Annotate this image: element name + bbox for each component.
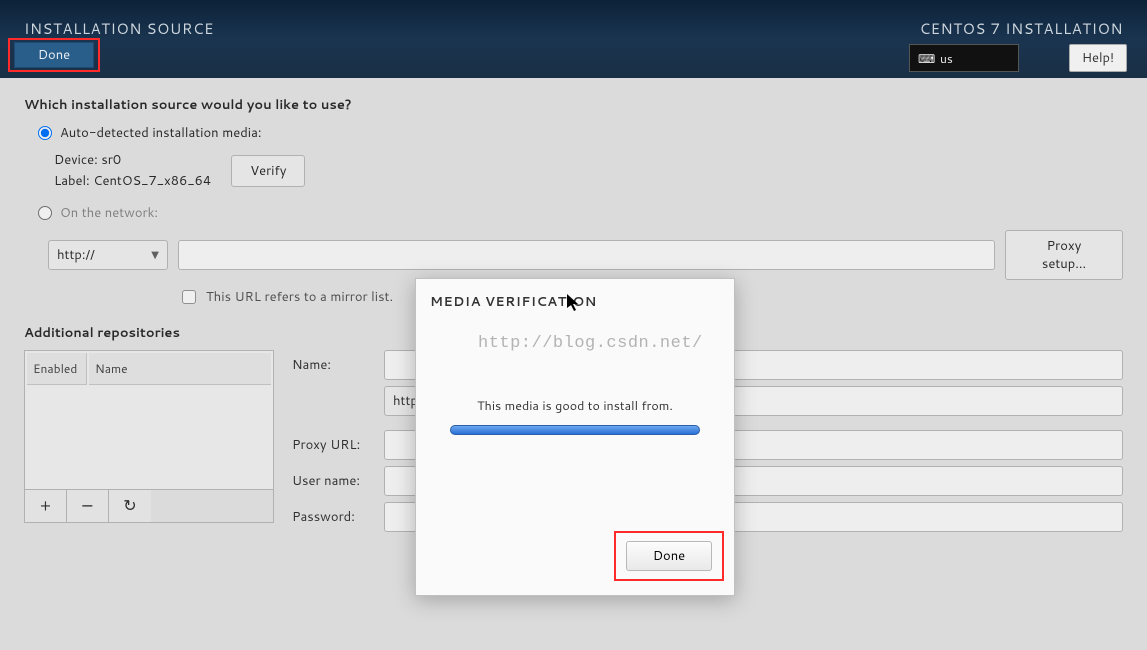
protocol-selected-value: http://	[57, 246, 95, 264]
label-value: CentOS_7_x86_64	[93, 172, 211, 190]
network-label: On the network:	[60, 204, 158, 222]
mirror-list-label: This URL refers to a mirror list.	[206, 288, 393, 306]
verify-button[interactable]: Verify	[231, 155, 305, 187]
media-verification-dialog: MEDIA VERIFICATION This media is good to…	[415, 278, 735, 596]
page-title: INSTALLATION SOURCE	[24, 18, 214, 39]
remove-repo-button[interactable]: −	[67, 490, 109, 522]
source-question: Which installation source would you like…	[24, 96, 1123, 114]
chevron-down-icon: ▼	[151, 248, 159, 262]
url-input[interactable]	[178, 240, 995, 270]
modal-done-button[interactable]: Done	[626, 541, 712, 571]
top-bar: INSTALLATION SOURCE CENTOS 7 INSTALLATIO…	[0, 0, 1147, 78]
username-label: User name:	[292, 472, 374, 490]
device-value: sr0	[101, 151, 121, 169]
mirror-list-checkbox[interactable]	[182, 290, 196, 304]
keyboard-layout-label: us	[940, 50, 953, 67]
network-radio[interactable]	[38, 206, 52, 220]
media-details-text: Device: sr0 Label: CentOS_7_x86_64	[54, 150, 211, 192]
add-repo-button[interactable]: +	[25, 490, 67, 522]
repo-table[interactable]: Enabled Name	[24, 350, 274, 490]
protocol-select[interactable]: http:// ▼	[48, 240, 168, 270]
label-label: Label:	[54, 172, 90, 190]
proxy-setup-button[interactable]: Proxy setup...	[1005, 230, 1123, 280]
progress-bar	[450, 425, 700, 435]
repo-name-label: Name:	[292, 356, 374, 374]
auto-media-label: Auto-detected installation media:	[60, 124, 261, 142]
done-button[interactable]: Done	[14, 42, 94, 68]
modal-title: MEDIA VERIFICATION	[430, 293, 720, 311]
keyboard-icon: ⌨	[918, 50, 934, 67]
repo-list-panel: Enabled Name + − ↻	[24, 350, 274, 538]
col-name-header: Name	[89, 353, 271, 385]
refresh-repo-button[interactable]: ↻	[109, 490, 151, 522]
repo-table-empty	[27, 387, 271, 487]
device-label: Device:	[54, 151, 98, 169]
proxy-url-label: Proxy URL:	[292, 436, 374, 454]
auto-media-radio[interactable]	[38, 126, 52, 140]
modal-done-highlight-box: Done	[614, 531, 724, 581]
col-enabled-header: Enabled	[27, 353, 87, 385]
password-label: Password:	[292, 508, 374, 526]
installer-title: CENTOS 7 INSTALLATION	[920, 18, 1123, 39]
modal-message: This media is good to install from.	[430, 397, 720, 415]
help-button[interactable]: Help!	[1069, 44, 1127, 72]
keyboard-layout-indicator[interactable]: ⌨ us	[909, 44, 1019, 72]
